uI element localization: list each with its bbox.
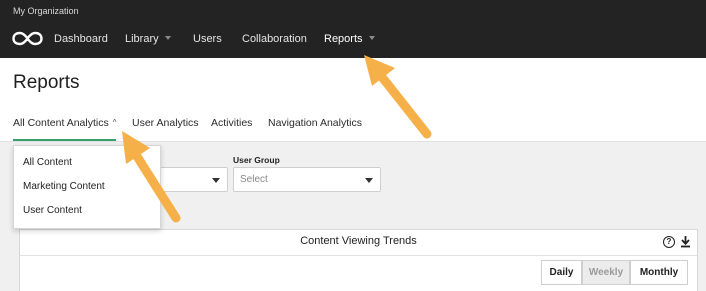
content-viewing-trends-panel: Content Viewing Trends ? Daily Weekly Mo…: [19, 229, 698, 291]
user-group-select[interactable]: Select: [233, 167, 381, 192]
panel-divider: [20, 255, 697, 256]
tab-activities-label: Activities: [211, 117, 253, 129]
caret-down-icon: [164, 36, 171, 40]
tab-activities[interactable]: Activities: [211, 117, 252, 129]
user-group-select-value: Select: [240, 174, 268, 185]
user-group-label: User Group: [233, 155, 280, 165]
dropdown-arrow-icon: [365, 178, 373, 183]
page-title: Reports: [13, 72, 80, 93]
dropdown-item-marketing-content[interactable]: Marketing Content: [23, 181, 105, 192]
download-icon[interactable]: [680, 235, 691, 248]
period-weekly-button[interactable]: Weekly: [582, 260, 630, 285]
nav-collaboration[interactable]: Collaboration: [242, 33, 307, 45]
tab-all-content-analytics-label: All Content Analytics: [13, 117, 109, 129]
content-type-dropdown-menu: All Content Marketing Content User Conte…: [13, 145, 161, 229]
report-tabs: All Content Analytics ^ User Analytics Ac…: [0, 114, 706, 142]
nav-reports[interactable]: Reports: [324, 33, 375, 45]
organization-name: My Organization: [13, 6, 79, 16]
tab-navigation-analytics[interactable]: Navigation Analytics: [268, 117, 362, 129]
nav-users[interactable]: Users: [193, 33, 222, 45]
nav-dashboard[interactable]: Dashboard: [54, 33, 108, 45]
nav-library-label: Library: [125, 33, 159, 45]
period-daily-button[interactable]: Daily: [541, 260, 582, 285]
dropdown-arrow-icon: [212, 178, 220, 183]
tab-navigation-analytics-label: Navigation Analytics: [268, 117, 362, 129]
infinity-logo-icon[interactable]: [12, 30, 43, 47]
nav-collaboration-label: Collaboration: [242, 33, 307, 45]
nav-library[interactable]: Library: [125, 33, 171, 45]
nav-reports-label: Reports: [324, 33, 363, 45]
tab-all-content-analytics[interactable]: All Content Analytics ^: [13, 117, 117, 141]
chevron-up-icon: ^: [112, 118, 117, 127]
help-icon[interactable]: ?: [663, 236, 675, 248]
panel-title: Content Viewing Trends: [300, 235, 417, 247]
content-filter-select[interactable]: [160, 167, 228, 192]
caret-down-icon: [368, 36, 375, 40]
dropdown-item-user-content[interactable]: User Content: [23, 205, 82, 216]
tab-user-analytics[interactable]: User Analytics: [132, 117, 199, 129]
period-monthly-button[interactable]: Monthly: [630, 260, 688, 285]
nav-dashboard-label: Dashboard: [54, 33, 108, 45]
top-navigation-bar: My Organization Dashboard Library Users …: [0, 0, 706, 58]
dropdown-item-all-content[interactable]: All Content: [23, 157, 72, 168]
tab-user-analytics-label: User Analytics: [132, 117, 199, 129]
nav-users-label: Users: [193, 33, 222, 45]
